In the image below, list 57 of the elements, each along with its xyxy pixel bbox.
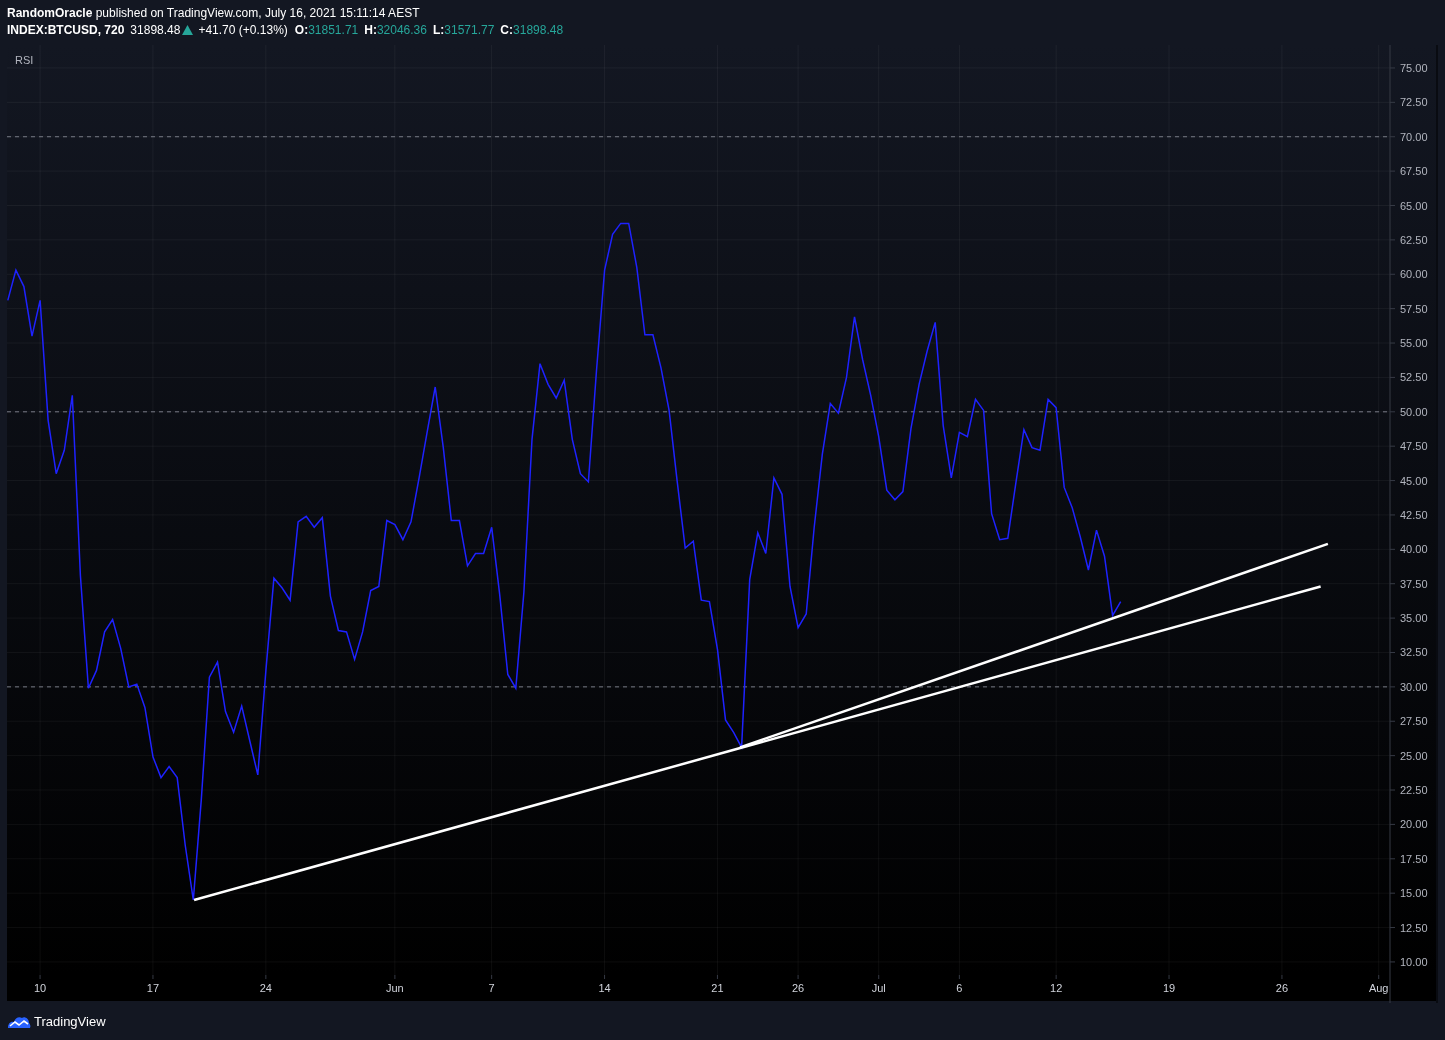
time-tick-label: 17 (146, 982, 160, 994)
time-tick-label: 6 (956, 982, 963, 994)
up-triangle-icon (182, 25, 194, 35)
price-tick-label: 32.50 (1400, 646, 1428, 659)
time-tick-label: 7 (488, 982, 495, 994)
ohlc-value: 31851.71 (308, 22, 359, 38)
time-tick-label: Jul (871, 982, 886, 994)
price-tick-label: 47.50 (1400, 440, 1428, 453)
publisher-line: RandomOracle published on TradingView.com, July 16, 2021 15:11:14 AEST (7, 5, 421, 21)
time-tick-label: 24 (259, 982, 272, 994)
time-tick-label: Aug (1368, 982, 1389, 994)
time-tick-label: 26 (1275, 982, 1289, 994)
time-tick-label: 10 (33, 982, 47, 994)
price-tick-label: 70.00 (1400, 130, 1428, 143)
price-tick-label: 22.50 (1400, 784, 1428, 796)
ohlc-value: 32046.36 (376, 22, 427, 38)
price-tick-label: 37.50 (1400, 577, 1428, 590)
price-tick-label: 55.00 (1400, 337, 1428, 350)
price-tick-label: 45.00 (1400, 474, 1428, 487)
price-tick-label: 20.00 (1400, 818, 1428, 831)
price-tick-label: 30.00 (1400, 680, 1428, 693)
price-tick-label: 42.50 (1400, 508, 1428, 521)
ohlc-value: 31898.48 (513, 22, 564, 38)
price-tick-label: 57.50 (1400, 302, 1428, 315)
price-tick-label: 15.00 (1400, 887, 1428, 900)
price-value: 31898.48 (130, 22, 181, 38)
price-tick-label: 62.50 (1400, 233, 1428, 246)
ohlc-label: C: (500, 22, 514, 38)
price-tick-label: 27.50 (1400, 715, 1428, 728)
symbol-label: INDEX:BTCUSD, 720 (7, 22, 125, 38)
brand-logo-icon[interactable] (7, 1014, 31, 1029)
time-tick-label: 12 (1050, 982, 1063, 994)
price-tick-label: 75.00 (1400, 61, 1428, 74)
price-tick-label: 25.00 (1400, 749, 1428, 762)
time-tick-label: Jun (386, 982, 404, 994)
price-tick-label: 12.50 (1400, 921, 1428, 934)
pane-label: RSI (15, 54, 34, 66)
price-tick-label: 67.50 (1400, 165, 1428, 178)
time-tick-label: 19 (1162, 982, 1176, 994)
time-tick-label: 26 (791, 982, 805, 994)
time-tick-label: 21 (711, 982, 724, 994)
ohlc-label: L: (432, 22, 445, 38)
price-tick-label: 17.50 (1400, 852, 1428, 865)
ohlc-value: 31571.77 (444, 22, 495, 38)
price-tick-label: 40.00 (1400, 543, 1428, 556)
price-tick-label: 35.00 (1400, 612, 1428, 625)
time-tick-label: 14 (598, 982, 611, 994)
price-tick-label: 60.00 (1400, 268, 1428, 281)
price-tick-label: 10.00 (1400, 955, 1428, 968)
ohlc-label: H: (364, 22, 377, 38)
price-tick-label: 65.00 (1400, 199, 1428, 212)
brand-name[interactable]: TradingView (34, 1012, 106, 1032)
change-value: +41.70 (+0.13%) (198, 22, 288, 38)
price-tick-label: 72.50 (1400, 96, 1428, 109)
price-tick-label: 52.50 (1400, 371, 1428, 384)
ohlc-label: O: (294, 22, 309, 38)
price-tick-label: 50.00 (1400, 405, 1428, 418)
